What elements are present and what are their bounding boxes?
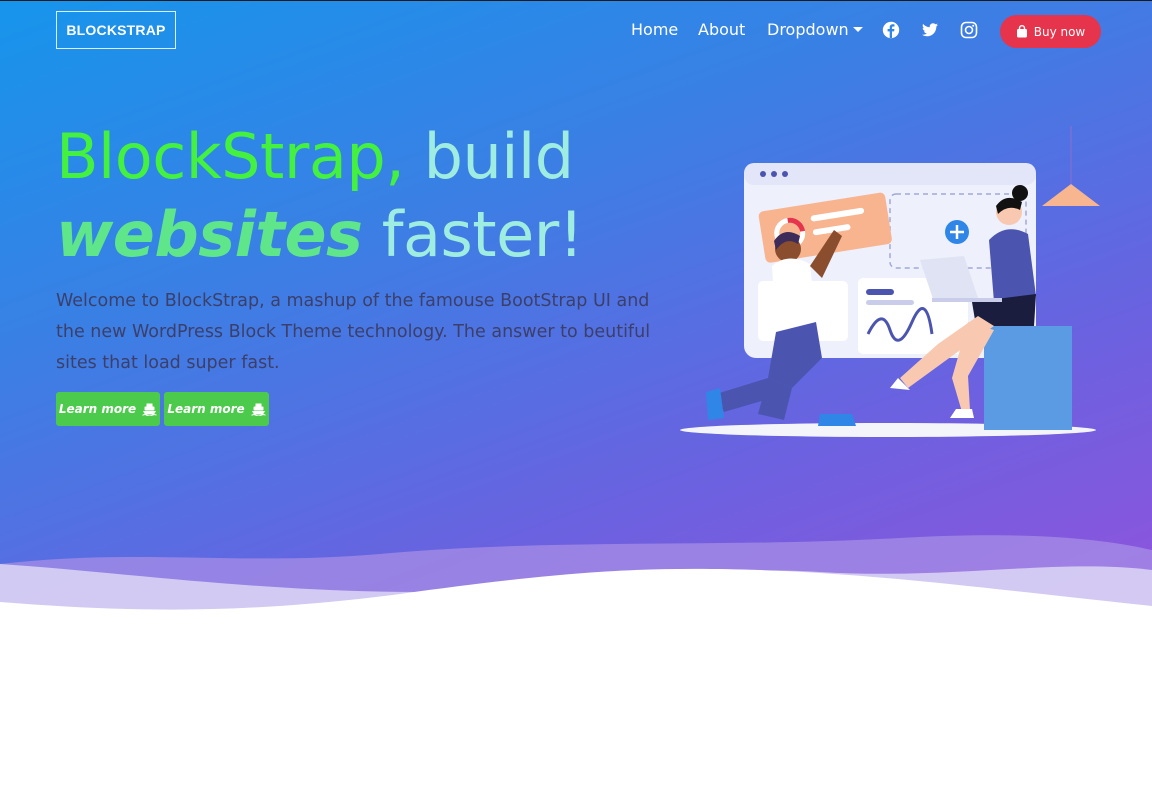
- nav-dropdown[interactable]: Dropdown: [767, 20, 863, 39]
- nav-about-link[interactable]: About: [698, 20, 745, 39]
- hero-title-line2: websites faster!: [56, 204, 584, 266]
- twitter-icon[interactable]: [921, 21, 939, 39]
- hero-title-faster: faster!: [381, 198, 584, 271]
- learn-more-button-2[interactable]: Learn more: [164, 392, 269, 426]
- hero-illustration: [680, 126, 1100, 437]
- hero-description: Welcome to BlockStrap, a mashup of the f…: [56, 291, 651, 373]
- buy-now-label: Buy now: [1033, 24, 1086, 39]
- facebook-icon[interactable]: [882, 21, 900, 39]
- hero-title-line1: BlockStrap, build: [56, 126, 574, 188]
- shopping-bag-icon: [1016, 25, 1027, 38]
- nav-dropdown-label: Dropdown: [767, 20, 849, 39]
- instagram-icon[interactable]: [960, 21, 978, 39]
- ship-icon: [250, 403, 266, 416]
- learn-more-label-1: Learn more: [58, 402, 137, 416]
- learn-more-button-1[interactable]: Learn more: [56, 392, 160, 426]
- caret-down-icon: [852, 27, 863, 32]
- hero-title-websites: websites: [56, 198, 363, 271]
- site-logo[interactable]: BLOCKSTRAP: [56, 11, 176, 49]
- ship-icon: [142, 403, 157, 416]
- top-border: [0, 0, 1152, 1]
- nav-home-link[interactable]: Home: [631, 20, 678, 39]
- buy-now-button[interactable]: Buy now: [1000, 15, 1101, 48]
- hero-section: BLOCKSTRAP Home About Dropdown Buy now B…: [0, 0, 1152, 620]
- learn-more-label-2: Learn more: [167, 402, 245, 416]
- hero-wave-divider: [0, 535, 1152, 620]
- hero-title-build: build: [423, 120, 574, 193]
- hero-title-brand: BlockStrap,: [56, 120, 405, 193]
